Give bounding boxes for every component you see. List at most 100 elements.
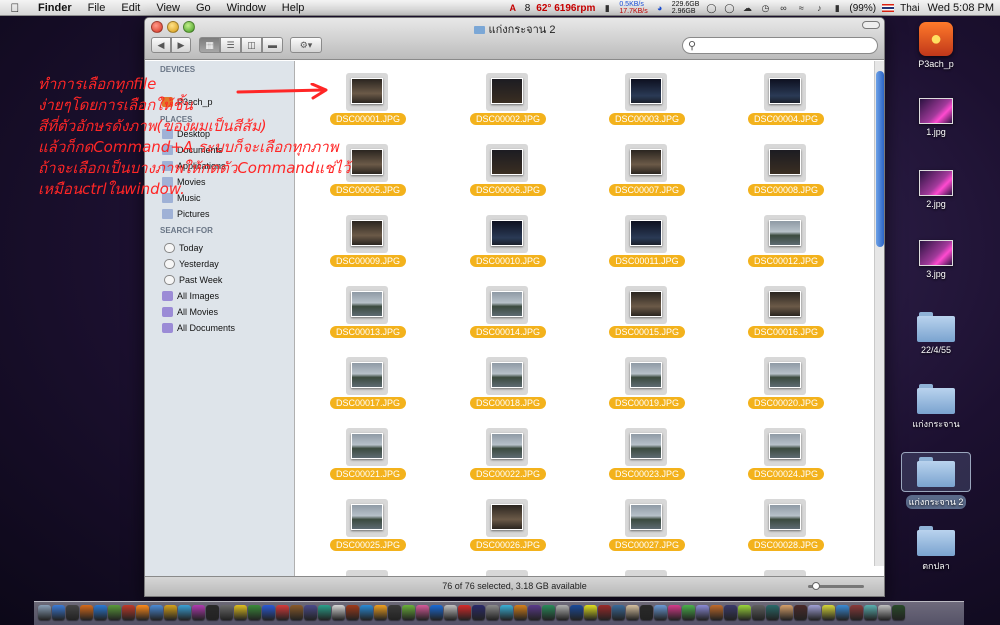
- dock-app-icon[interactable]: [276, 605, 289, 620]
- battery-icon[interactable]: ▮: [831, 3, 843, 13]
- vertical-scrollbar[interactable]: [874, 61, 884, 566]
- dock-app-icon[interactable]: [556, 605, 569, 620]
- dock-app-icon[interactable]: [724, 605, 737, 620]
- dock-app-icon[interactable]: [612, 605, 625, 620]
- dock-app-icon[interactable]: [892, 605, 905, 620]
- icon-view-button[interactable]: ▦: [199, 37, 220, 53]
- menu-view[interactable]: View: [148, 0, 188, 16]
- dock-app-icon[interactable]: [878, 605, 891, 620]
- dock-app-icon[interactable]: [374, 605, 387, 620]
- sidebar-item-pictures[interactable]: Pictures: [162, 207, 210, 221]
- binoculars-icon[interactable]: ∞: [777, 3, 789, 13]
- volume-icon[interactable]: ♪: [813, 3, 825, 13]
- dock-app-icon[interactable]: [52, 605, 65, 620]
- adobe-icon[interactable]: A: [507, 3, 519, 13]
- dock-app-icon[interactable]: [752, 605, 765, 620]
- dock-app-icon[interactable]: [542, 605, 555, 620]
- file-item[interactable]: DSC00027.JPG: [605, 493, 685, 555]
- bottle-icon[interactable]: ▮: [601, 3, 613, 13]
- column-view-button[interactable]: ◫: [241, 37, 262, 53]
- dock-app-icon[interactable]: [822, 605, 835, 620]
- file-item[interactable]: DSC00017.JPG: [326, 351, 406, 413]
- wifi-icon[interactable]: ≈: [795, 3, 807, 13]
- desktop-item[interactable]: ตกปลา: [901, 526, 971, 573]
- menu-clock[interactable]: Wed 5:08 PM: [928, 2, 994, 14]
- file-item[interactable]: DSC00014.JPG: [466, 280, 546, 342]
- dock-app-icon[interactable]: [780, 605, 793, 620]
- dock-app-icon[interactable]: [136, 605, 149, 620]
- dock-app-icon[interactable]: [738, 605, 751, 620]
- dock-app-icon[interactable]: [150, 605, 163, 620]
- input-language[interactable]: Thai: [900, 3, 919, 14]
- menu-window[interactable]: Window: [219, 0, 274, 16]
- dock-app-icon[interactable]: [206, 605, 219, 620]
- file-item[interactable]: DSC00009.JPG: [326, 209, 406, 271]
- desktop-item[interactable]: ● P3ach_p: [901, 22, 971, 69]
- desktop-item[interactable]: 2.jpg: [901, 170, 971, 209]
- file-item[interactable]: DSC00007.JPG: [605, 138, 685, 200]
- dock-app-icon[interactable]: [486, 605, 499, 620]
- cloud-icon[interactable]: ☁: [741, 3, 753, 13]
- dock-app-icon[interactable]: [850, 605, 863, 620]
- desktop-item[interactable]: 22/4/55: [901, 312, 971, 355]
- file-item[interactable]: DSC00019.JPG: [605, 351, 685, 413]
- sidebar-item-past-week[interactable]: Past Week: [162, 273, 222, 287]
- dock-app-icon[interactable]: [458, 605, 471, 620]
- dock-app-icon[interactable]: [248, 605, 261, 620]
- dock-app-icon[interactable]: [108, 605, 121, 620]
- sidebar-item-all-movies[interactable]: All Movies: [162, 305, 218, 319]
- pie-icon[interactable]: ◕: [654, 3, 666, 13]
- file-item[interactable]: DSC00020.JPG: [744, 351, 824, 413]
- dock-app-icon[interactable]: [864, 605, 877, 620]
- dock-app-icon[interactable]: [66, 605, 79, 620]
- file-item[interactable]: DSC00003.JPG: [605, 67, 685, 129]
- dock-app-icon[interactable]: [192, 605, 205, 620]
- file-item[interactable]: DSC00022.JPG: [466, 422, 546, 484]
- sidebar-item-today[interactable]: Today: [162, 241, 203, 255]
- file-item[interactable]: DSC00026.JPG: [466, 493, 546, 555]
- back-button[interactable]: ◀: [151, 37, 171, 53]
- dock-app-icon[interactable]: [472, 605, 485, 620]
- forward-button[interactable]: ▶: [171, 37, 191, 53]
- file-item[interactable]: DSC00006.JPG: [466, 138, 546, 200]
- dock-app-icon[interactable]: [122, 605, 135, 620]
- activity-icon[interactable]: ◯: [723, 3, 735, 13]
- temp-fan-readout[interactable]: 62° 6196rpm: [536, 3, 595, 14]
- file-item[interactable]: DSC00015.JPG: [605, 280, 685, 342]
- file-item[interactable]: DSC00010.JPG: [466, 209, 546, 271]
- search-field[interactable]: ⚲: [682, 37, 878, 54]
- menu-file[interactable]: File: [80, 0, 114, 16]
- dock-app-icon[interactable]: [164, 605, 177, 620]
- dock-app-icon[interactable]: [668, 605, 681, 620]
- file-item[interactable]: DSC00016.JPG: [744, 280, 824, 342]
- slider-knob[interactable]: [812, 582, 820, 590]
- toolbar-toggle-button[interactable]: [862, 21, 880, 29]
- dock-app-icon[interactable]: [696, 605, 709, 620]
- dock-app-icon[interactable]: [528, 605, 541, 620]
- file-item[interactable]: DSC00012.JPG: [744, 209, 824, 271]
- dock-app-icon[interactable]: [500, 605, 513, 620]
- file-item[interactable]: DSC00004.JPG: [744, 67, 824, 129]
- file-item[interactable]: DSC00025.JPG: [326, 493, 406, 555]
- dock-app-icon[interactable]: [360, 605, 373, 620]
- dock-app-icon[interactable]: [80, 605, 93, 620]
- dock-app-icon[interactable]: [220, 605, 233, 620]
- apple-menu-icon[interactable]: : [0, 1, 30, 15]
- dock-app-icon[interactable]: [570, 605, 583, 620]
- dock-app-icon[interactable]: [584, 605, 597, 620]
- dock-app-icon[interactable]: [416, 605, 429, 620]
- file-item[interactable]: DSC00008.JPG: [744, 138, 824, 200]
- menu-finder[interactable]: Finder: [30, 0, 80, 16]
- network-monitor[interactable]: 0.5KB/s 17.7KB/s: [619, 1, 647, 15]
- sidebar-item-all-documents[interactable]: All Documents: [162, 321, 235, 335]
- dock-app-icon[interactable]: [710, 605, 723, 620]
- dock-app-icon[interactable]: [514, 605, 527, 620]
- dock-app-icon[interactable]: [94, 605, 107, 620]
- scroll-thumb[interactable]: [876, 71, 884, 247]
- file-item[interactable]: DSC00021.JPG: [326, 422, 406, 484]
- dock-app-icon[interactable]: [38, 605, 51, 620]
- dock-app-icon[interactable]: [304, 605, 317, 620]
- dock-app-icon[interactable]: [626, 605, 639, 620]
- dock-app-icon[interactable]: [402, 605, 415, 620]
- dock-app-icon[interactable]: [178, 605, 191, 620]
